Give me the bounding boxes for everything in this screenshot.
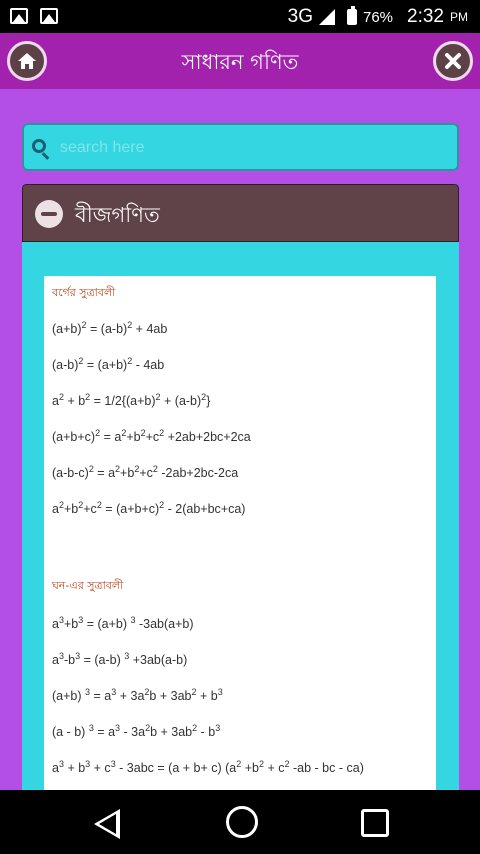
recent-apps-icon[interactable] [361, 809, 389, 837]
back-icon[interactable] [94, 809, 120, 839]
home-button[interactable] [7, 41, 47, 81]
collapse-icon[interactable] [35, 200, 63, 228]
signal-icon [318, 9, 335, 25]
search-bar[interactable] [22, 123, 459, 171]
page-title: সাধারন গণিত [181, 50, 299, 74]
search-icon [32, 139, 46, 153]
formula: (a - b) 3 = a3 - 3a2b + 3ab2 - b3 [52, 723, 221, 740]
navigation-bar [0, 790, 480, 854]
formula: (a-b)2 = (a+b)2 - 4ab [52, 356, 165, 373]
clock-ampm: PM [450, 10, 468, 24]
formula: a2+b2+c2 = (a+b+c)2 - 2(ab+bc+ca) [52, 500, 246, 517]
home-nav-icon[interactable] [226, 806, 258, 838]
formula: (a+b) 3 = a3 + 3a2b + 3ab2 + b3 [52, 687, 223, 704]
network-type: 3G [287, 6, 313, 27]
accordion-panel: বীজগণিত বর্গের সুত্রাবলী (a+b)2 = (a-b)2… [22, 184, 459, 804]
formula: (a+b+c)2 = a2+b2+c2 +2ab+2bc+2ca [52, 428, 251, 445]
section-title-square: বর্গের সুত্রাবলী [52, 286, 116, 299]
status-bar: 3G 76% 2:32 PM [0, 0, 480, 33]
formula-content: বর্গের সুত্রাবলী (a+b)2 = (a-b)2 + 4ab (… [44, 276, 436, 804]
formula: a2 + b2 = 1/2{(a+b)2 + (a-b)2} [52, 392, 211, 409]
clock-time: 2:32 [407, 6, 444, 27]
formula: a3 + b3 + c3 - 3abc = (a + b+ c) (a2 +b2… [52, 759, 364, 776]
section-title-cube: ঘন-এর সুত্রাবলী [52, 579, 124, 592]
app-bar: সাধারন গণিত [0, 33, 480, 89]
gallery-notification-icon [40, 8, 58, 24]
formula: a3-b3 = (a-b) 3 +3ab(a-b) [52, 651, 188, 668]
battery-percent: 76% [362, 8, 394, 26]
gallery-notification-icon [10, 8, 28, 24]
close-icon [445, 53, 461, 69]
formula: (a-b-c)2 = a2+b2+c2 -2ab+2bc-2ca [52, 464, 239, 481]
formula: (a+b)2 = (a-b)2 + 4ab [52, 320, 168, 337]
accordion-title: বীজগণিত [75, 203, 160, 227]
accordion-header[interactable]: বীজগণিত [22, 184, 459, 242]
formula: a3+b3 = (a+b) 3 -3ab(a+b) [52, 615, 194, 632]
close-button[interactable] [433, 41, 473, 81]
battery-icon [346, 6, 357, 25]
home-icon [18, 53, 36, 69]
search-input[interactable] [60, 135, 440, 161]
